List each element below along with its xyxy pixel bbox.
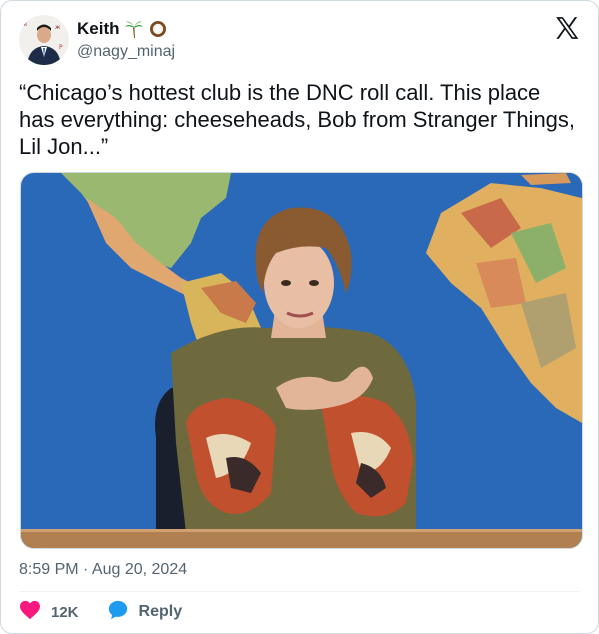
tweet-media-image[interactable] [20, 172, 583, 549]
heart-icon [19, 600, 41, 625]
user-handle[interactable]: @nagy_minaj [77, 43, 175, 61]
like-count: 12K [51, 603, 79, 621]
palm-tree-icon [124, 19, 144, 39]
display-name[interactable]: Keith [77, 19, 120, 39]
avatar-image: ж ж P [19, 15, 69, 65]
like-button[interactable]: 12K [19, 600, 79, 625]
tweet-timestamp[interactable]: 8:59 PM · Aug 20, 2024 [19, 561, 187, 579]
svg-text:ж: ж [22, 21, 28, 28]
reply-button[interactable]: Reply [107, 599, 183, 626]
tweet-text: “Chicago’s hottest club is the DNC roll … [19, 80, 576, 159]
divider [19, 591, 580, 592]
x-logo-icon[interactable] [554, 15, 580, 41]
tweet-card: ж ж P Keith @nagy_minaj “Chicago’s hotte… [0, 0, 599, 634]
coconut-icon [148, 19, 168, 39]
svg-text:P: P [59, 44, 63, 51]
author-name-row[interactable]: Keith [77, 17, 168, 41]
tweet-actions: 12K Reply [19, 599, 210, 625]
avatar[interactable]: ж ж P [19, 15, 69, 65]
reply-bubble-icon [107, 599, 129, 626]
svg-text:ж: ж [55, 24, 61, 31]
reply-label: Reply [138, 603, 183, 620]
